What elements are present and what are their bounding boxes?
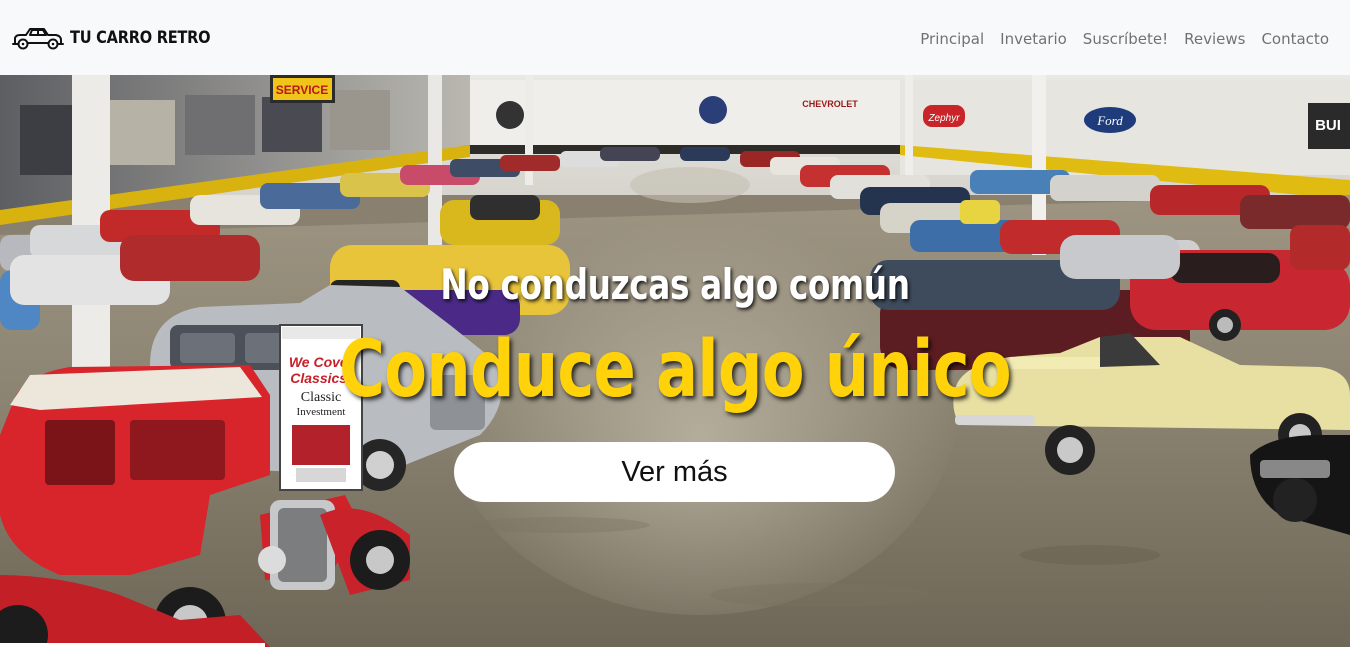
vintage-car-icon [12, 27, 64, 49]
nav-link-contacto[interactable]: Contacto [1261, 30, 1329, 48]
navbar: TU CARRO RETRO Principal Invetario Suscr… [0, 0, 1350, 75]
nav-link-inventario[interactable]: Invetario [1000, 30, 1067, 48]
ver-mas-button[interactable]: Ver más [454, 442, 895, 502]
nav-link-suscribete[interactable]: Suscríbete! [1083, 30, 1168, 48]
svg-text:Ford: Ford [1096, 113, 1123, 128]
hero-tagline: Conduce algo único [339, 325, 1011, 415]
svg-text:CHEVROLET: CHEVROLET [802, 99, 858, 109]
svg-text:SERVICE: SERVICE [276, 83, 328, 97]
svg-text:BUI: BUI [1315, 117, 1341, 134]
svg-text:Zephyr: Zephyr [927, 113, 960, 124]
hero-bottom-bar [0, 643, 265, 647]
hero-section: SERVICE Zephyr Ford CHEVROLET BUI We Cov… [0, 75, 1350, 647]
brand-link[interactable]: TU CARRO RETRO [12, 25, 233, 51]
nav-link-principal[interactable]: Principal [920, 30, 984, 48]
nav-links: Principal Invetario Suscríbete! Reviews … [920, 30, 1329, 48]
nav-link-reviews[interactable]: Reviews [1184, 30, 1245, 48]
brand-name: TU CARRO RETRO [70, 27, 211, 48]
hero-headline: No conduzcas algo común [440, 260, 910, 309]
